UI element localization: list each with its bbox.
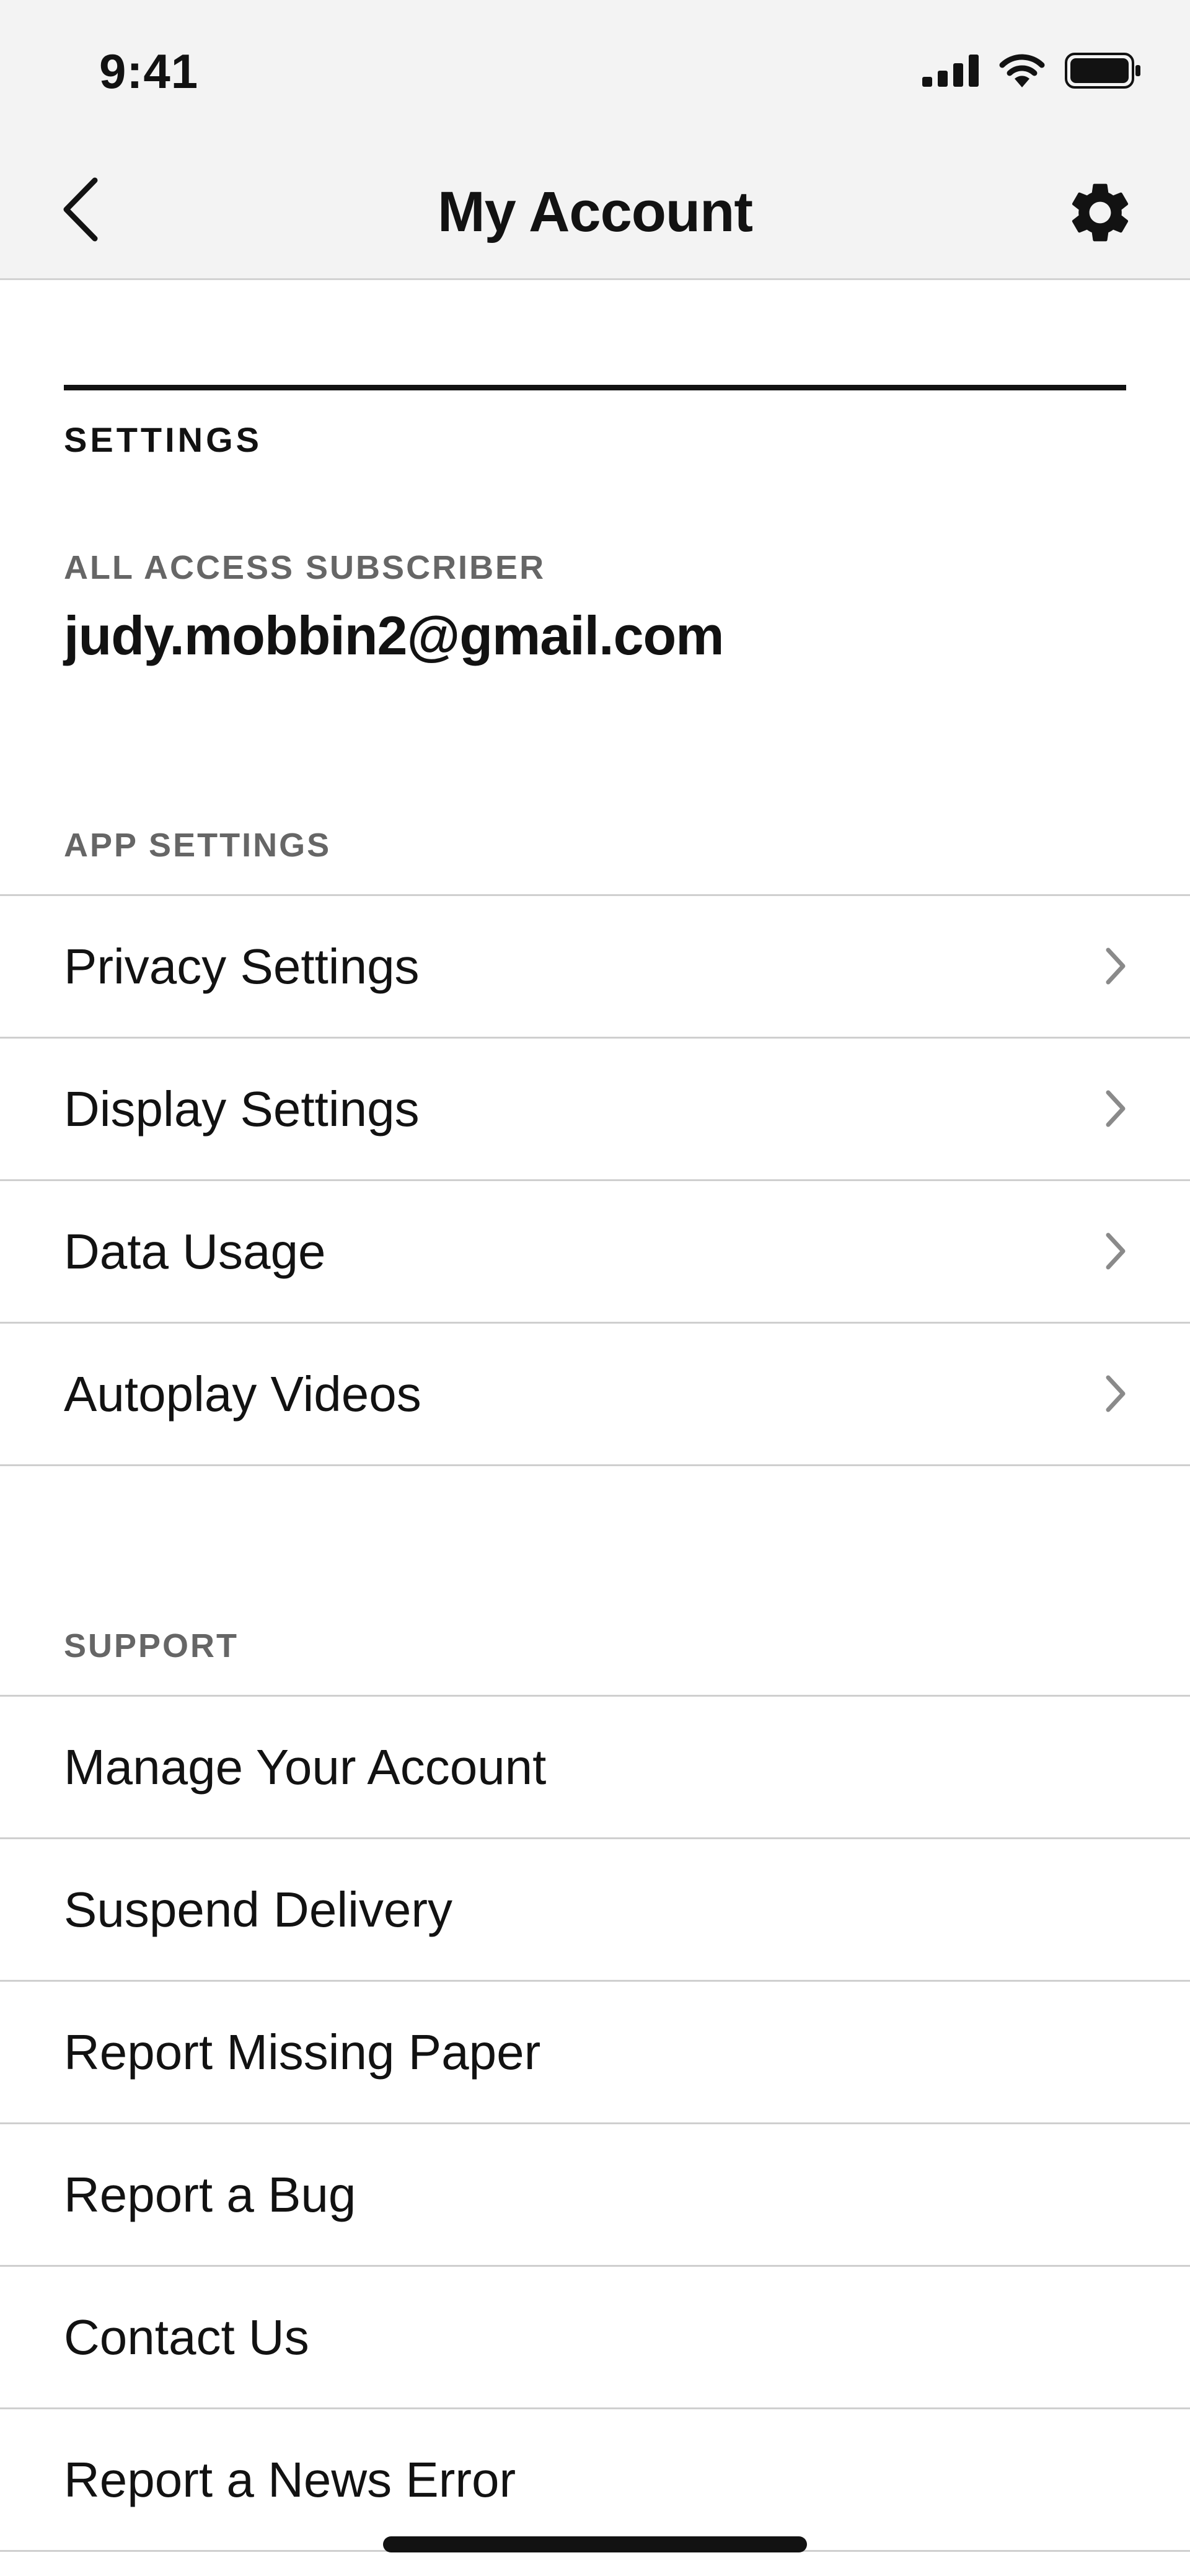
settings-heading: SETTINGS	[64, 420, 263, 459]
cellular-signal-icon	[922, 54, 979, 90]
gear-icon	[1064, 177, 1136, 252]
my-account-screen: 9:41 My Account SETTINGS ALL ACCESS SUBS…	[0, 0, 1190, 2576]
status-bar: 9:41	[0, 0, 1190, 143]
battery-icon	[1065, 52, 1142, 92]
subscriber-label: ALL ACCESS SUBSCRIBER	[64, 549, 546, 586]
page-title: My Account	[438, 180, 753, 244]
account-content: SETTINGS ALL ACCESS SUBSCRIBER judy.mobb…	[0, 282, 1190, 2576]
navigation-bar: My Account	[0, 143, 1190, 280]
status-time: 9:41	[99, 44, 199, 99]
row-label: Report Missing Paper	[64, 2024, 541, 2080]
support-label: SUPPORT	[64, 1627, 239, 1664]
wifi-icon	[998, 53, 1046, 92]
chevron-right-icon	[1097, 944, 1134, 988]
row-label: Manage Your Account	[64, 1739, 547, 1795]
display-settings-row[interactable]: Display Settings	[0, 1039, 1190, 1181]
app-settings-list: Privacy Settings Display Settings Data U…	[0, 894, 1190, 1466]
header: 9:41 My Account	[0, 0, 1190, 280]
report-news-error-row[interactable]: Report a News Error	[0, 2409, 1190, 2552]
autoplay-videos-row[interactable]: Autoplay Videos	[0, 1324, 1190, 1466]
chevron-right-icon	[1097, 1372, 1134, 1415]
report-missing-paper-row[interactable]: Report Missing Paper	[0, 1982, 1190, 2124]
row-label: Privacy Settings	[64, 939, 420, 994]
row-label: Report a News Error	[64, 2452, 516, 2507]
row-label: Autoplay Videos	[64, 1366, 421, 1422]
data-usage-row[interactable]: Data Usage	[0, 1181, 1190, 1324]
row-label: Report a Bug	[64, 2167, 356, 2222]
manage-account-row[interactable]: Manage Your Account	[0, 1697, 1190, 1839]
chevron-right-icon	[1097, 1087, 1134, 1130]
contact-us-row[interactable]: Contact Us	[0, 2267, 1190, 2409]
settings-gear-button[interactable]	[1060, 174, 1140, 254]
row-label: Contact Us	[64, 2310, 309, 2365]
app-settings-label: APP SETTINGS	[64, 827, 332, 864]
support-list: Manage Your Account Suspend Delivery Rep…	[0, 1695, 1190, 2552]
row-label: Data Usage	[64, 1224, 326, 1279]
account-email: judy.mobbin2@gmail.com	[64, 605, 725, 666]
suspend-delivery-row[interactable]: Suspend Delivery	[0, 1839, 1190, 1982]
privacy-settings-row[interactable]: Privacy Settings	[0, 896, 1190, 1039]
section-rule	[64, 385, 1126, 390]
row-label: Display Settings	[64, 1081, 420, 1136]
home-indicator[interactable]	[383, 2536, 807, 2552]
report-bug-row[interactable]: Report a Bug	[0, 2124, 1190, 2267]
row-label: Suspend Delivery	[64, 1882, 452, 1937]
status-icons	[922, 52, 1142, 92]
chevron-right-icon	[1097, 1229, 1134, 1273]
